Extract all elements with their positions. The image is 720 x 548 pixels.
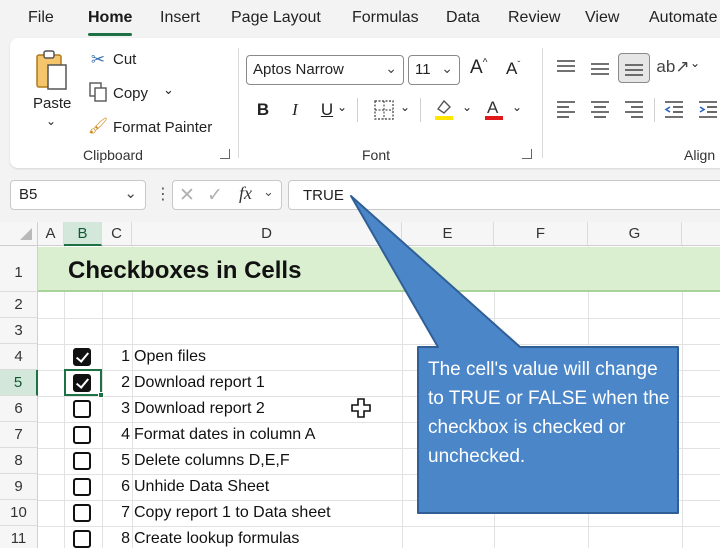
callout-text: The cell's value will change to TRUE or …: [428, 359, 670, 467]
